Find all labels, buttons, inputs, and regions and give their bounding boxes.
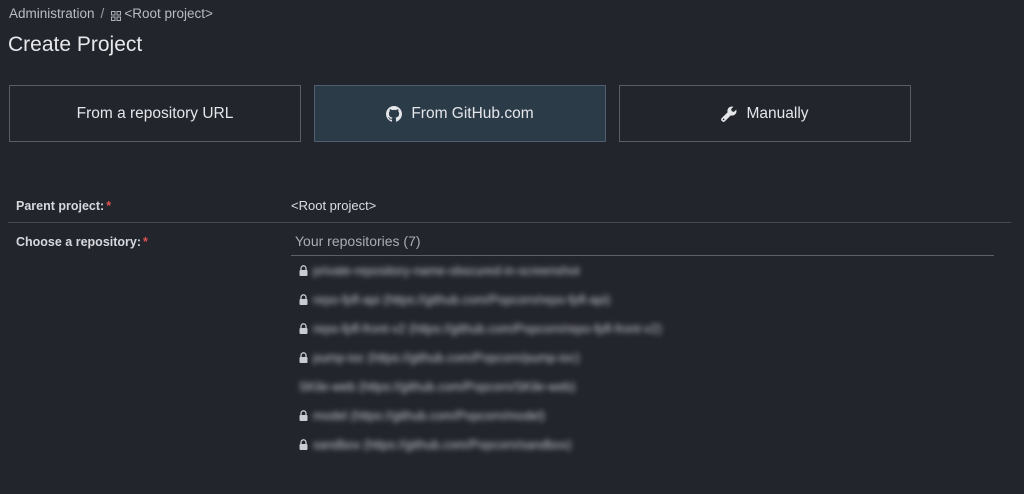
required-marker: * [106, 199, 112, 213]
repository-name: repo-fpfl-front-v2 (https://github.com/P… [313, 321, 662, 336]
parent-project-label-text: Parent project: [16, 199, 105, 213]
lock-icon [299, 410, 308, 421]
lock-icon [299, 439, 308, 450]
tab-manually[interactable]: Manually [619, 85, 911, 142]
breadcrumb-root-project-link[interactable]: <Root project> [124, 6, 213, 21]
required-marker: * [143, 235, 148, 249]
repository-name: sandbox (https://github.com/Popcorn/sand… [313, 437, 572, 452]
github-icon [386, 105, 403, 122]
parent-project-label: Parent project: * [16, 199, 111, 213]
tab-from-github[interactable]: From GitHub.com [314, 85, 606, 142]
choose-repository-row: Choose a repository: * Your repositories … [8, 223, 1011, 493]
parent-project-value: <Root project> [291, 198, 377, 213]
lock-icon [299, 323, 308, 334]
wrench-icon [721, 106, 737, 122]
repository-item[interactable]: repo-fpfl-front-v2 (https://github.com/P… [291, 314, 994, 343]
parent-project-row: Parent project: * <Root project> [8, 190, 1011, 223]
tab-label: From a repository URL [76, 104, 234, 122]
repository-item[interactable]: repo-fpfl-api (https://github.com/Popcor… [291, 285, 994, 314]
repository-item[interactable]: model (https://github.com/Popcorn/model) [291, 401, 994, 430]
repository-list: private-repository-name-obscured-in-scre… [291, 256, 994, 459]
page-title: Create Project [8, 33, 143, 56]
tab-label: From GitHub.com [411, 104, 534, 122]
lock-icon [299, 294, 308, 305]
breadcrumb-separator: / [100, 6, 105, 21]
repository-item[interactable]: SKile-web (https://github.com/Popcorn/SK… [291, 372, 994, 401]
repository-name: model (https://github.com/Popcorn/model) [313, 408, 546, 423]
create-project-form: Parent project: * <Root project> Choose a… [8, 190, 1011, 493]
breadcrumb-administration-link[interactable]: Administration [9, 6, 95, 21]
choose-repository-label-text: Choose a repository: [16, 235, 142, 249]
repository-name: pump-ioc (https://github.com/Popcorn/pum… [313, 350, 580, 365]
repository-item[interactable]: private-repository-name-obscured-in-scre… [291, 256, 994, 285]
repository-name: repo-fpfl-api (https://github.com/Popcor… [313, 292, 611, 307]
repository-list-header: Your repositories (7) [291, 233, 994, 256]
tab-label: Manually [746, 104, 809, 122]
project-grid-icon [111, 9, 122, 21]
choose-repository-label: Choose a repository: * [16, 235, 148, 249]
breadcrumb: Administration / <Root project> [9, 6, 213, 21]
repository-name: SKile-web (https://github.com/Popcorn/SK… [299, 379, 576, 394]
repository-picker: Your repositories (7) private-repository… [291, 233, 994, 459]
repository-item[interactable]: pump-ioc (https://github.com/Popcorn/pum… [291, 343, 994, 372]
lock-icon [299, 265, 308, 276]
lock-icon [299, 352, 308, 363]
tab-from-repository-url[interactable]: From a repository URL [9, 85, 301, 142]
repository-name: private-repository-name-obscured-in-scre… [313, 263, 580, 278]
creation-method-tabs: From a repository URL From GitHub.com Ma… [9, 85, 911, 142]
repository-item[interactable]: sandbox (https://github.com/Popcorn/sand… [291, 430, 994, 459]
